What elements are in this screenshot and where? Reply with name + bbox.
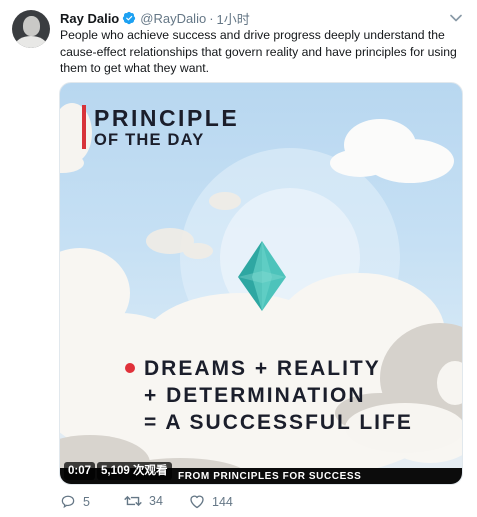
title-accent-bar bbox=[82, 105, 86, 149]
reply-icon bbox=[61, 495, 75, 509]
avatar-face bbox=[23, 16, 40, 36]
retweet-count: 34 bbox=[149, 494, 163, 508]
avatar-shoulders bbox=[15, 36, 47, 48]
video-view-count: 5,109 次观看 bbox=[97, 462, 172, 480]
video-credit: FROM PRINCIPLES FOR SUCCESS bbox=[178, 471, 362, 482]
equation-line-2: + DETERMINATION bbox=[144, 384, 366, 407]
verified-badge-icon bbox=[122, 11, 136, 25]
heart-icon bbox=[190, 495, 204, 509]
video-duration: 0:07 bbox=[64, 462, 96, 480]
author-handle[interactable]: @RayDalio bbox=[140, 11, 206, 26]
like-button[interactable]: 144 bbox=[189, 494, 233, 509]
title-line-2: OF THE DAY bbox=[94, 131, 205, 149]
equation-line-1: DREAMS + REALITY bbox=[144, 357, 381, 380]
author-avatar[interactable] bbox=[12, 10, 50, 48]
equation-line-3: = A SUCCESSFUL LIFE bbox=[144, 411, 413, 434]
like-count: 144 bbox=[212, 494, 233, 509]
tweet-header: Ray Dalio @RayDalio · 1小时 bbox=[60, 9, 250, 27]
equation-bullet bbox=[125, 363, 135, 373]
title-line-1: PRINCIPLE bbox=[94, 105, 240, 131]
video-overlay-badges: 0:07 5,109 次观看 bbox=[64, 462, 172, 480]
reply-button[interactable]: 5 bbox=[60, 494, 90, 509]
retweet-icon bbox=[124, 495, 142, 507]
retweet-button[interactable]: 34 bbox=[124, 494, 163, 508]
meta-separator: · bbox=[209, 10, 214, 26]
principle-equation: DREAMS + REALITY + DETERMINATION = A SUC… bbox=[125, 355, 413, 436]
reply-count: 5 bbox=[83, 494, 90, 509]
video-player[interactable]: PRINCIPLE OF THE DAY DREAMS + REALITY + … bbox=[59, 82, 463, 485]
author-name[interactable]: Ray Dalio bbox=[60, 11, 119, 26]
tweet-text: People who achieve success and drive pro… bbox=[60, 28, 457, 75]
chevron-down-icon[interactable] bbox=[449, 11, 463, 25]
crystal-icon bbox=[238, 241, 286, 311]
tweet-card[interactable]: Ray Dalio @RayDalio · 1小时 People who ach… bbox=[0, 0, 477, 517]
tweet-timestamp[interactable]: 1小时 bbox=[217, 9, 250, 28]
